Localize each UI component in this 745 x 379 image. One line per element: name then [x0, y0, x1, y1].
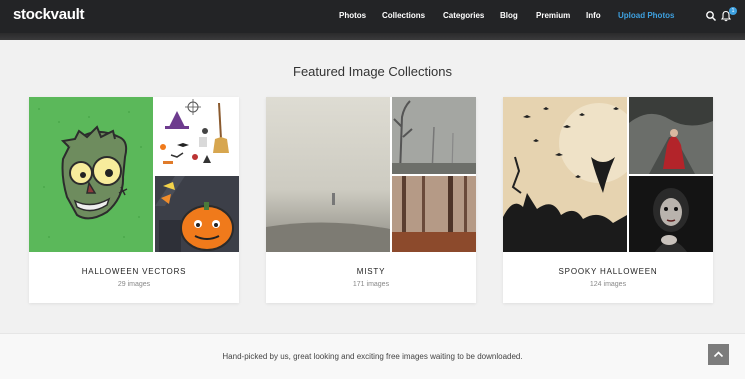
- collection-name[interactable]: HALLOWEEN VECTORS: [29, 267, 239, 276]
- pumpkin-illustration: [155, 176, 239, 252]
- nav-premium[interactable]: Premium: [536, 11, 570, 20]
- collection-card-misty[interactable]: MISTY 171 images: [266, 97, 476, 303]
- collection-card-halloween-vectors[interactable]: HALLOWEEN VECTORS 29 images: [29, 97, 239, 303]
- collection-name[interactable]: MISTY: [266, 267, 476, 276]
- misty-field-photo: [266, 97, 390, 252]
- notification-badge: 1: [729, 7, 737, 15]
- site-logo[interactable]: stockvault: [13, 6, 85, 23]
- chevron-up-icon: [713, 351, 724, 358]
- nav-upload-photos[interactable]: Upload Photos: [618, 11, 674, 20]
- nav-collections[interactable]: Collections: [382, 11, 425, 20]
- zombie-illustration: [29, 97, 153, 252]
- collection-card-spooky-halloween[interactable]: SPOOKY HALLOWEEN 124 images: [503, 97, 713, 303]
- nav-photos[interactable]: Photos: [339, 11, 366, 20]
- collection-count: 171 images: [352, 281, 390, 288]
- footer-tagline: Hand-picked by us, great looking and exc…: [222, 352, 523, 361]
- creepy-woman-photo: [629, 176, 713, 252]
- header-strip: [0, 33, 745, 40]
- foggy-trees-photo: [392, 97, 476, 174]
- collection-count: 29 images: [117, 281, 151, 288]
- nav-blog[interactable]: Blog: [500, 11, 518, 20]
- nav-categories[interactable]: Categories: [443, 11, 484, 20]
- dark-figure-photo: [629, 97, 713, 174]
- search-icon[interactable]: [705, 10, 717, 22]
- halloween-items-illustration: [155, 97, 239, 174]
- nav-info[interactable]: Info: [586, 11, 601, 20]
- collection-name[interactable]: SPOOKY HALLOWEEN: [503, 267, 713, 276]
- bats-moon-photo: [503, 97, 627, 252]
- section-title: Featured Image Collections: [293, 64, 452, 79]
- autumn-forest-photo: [392, 176, 476, 252]
- scroll-to-top-button[interactable]: [708, 344, 729, 365]
- top-navbar: stockvault Photos Collections Categories…: [0, 0, 745, 33]
- collection-count: 124 images: [589, 281, 627, 288]
